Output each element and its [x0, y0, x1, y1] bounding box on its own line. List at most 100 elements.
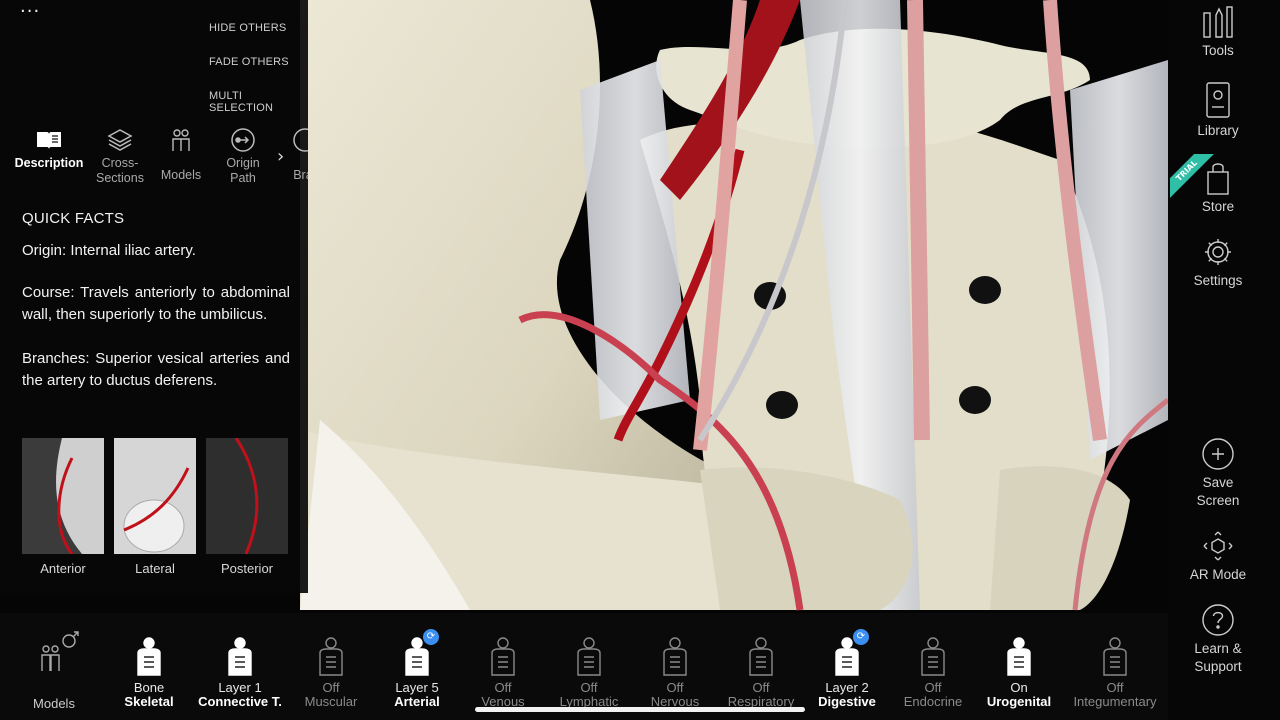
course-text: Course: Travels anteriorly to abdominal … [22, 284, 290, 323]
panel-tabs: Description Cross- Sections Models Origi… [14, 124, 308, 194]
system-name: Integumentary [1073, 694, 1157, 709]
models-button[interactable]: Models [11, 627, 97, 711]
system-toggle-9[interactable]: Off Endocrine [890, 627, 976, 709]
system-state: Off [322, 680, 340, 695]
tab-label: Description [14, 156, 84, 170]
system-toggle-6[interactable]: Off Nervous [632, 627, 718, 709]
fade-others-button[interactable]: FADE OTHERS [209, 56, 289, 68]
thumbnail-anterior[interactable] [22, 438, 104, 554]
right-toolbar: Tools Library TRIAL Store Settings Save … [1168, 0, 1280, 720]
hide-others-button[interactable]: HIDE OTHERS [209, 22, 286, 34]
store-label: Store [1201, 199, 1235, 214]
help-icon [1168, 600, 1268, 640]
tab-origin-path[interactable]: Origin Path [208, 124, 278, 186]
systems-bar: Models Bone Skeletal Layer 1 Connective T. O… [0, 613, 1168, 720]
lymph-icon [546, 627, 632, 681]
branch-icon [270, 124, 308, 156]
thumbnail-label-posterior: Posterior [220, 561, 274, 576]
tab-label: Brar [293, 168, 308, 182]
quick-facts-heading: QUICK FACTS [22, 210, 125, 227]
endocrine-icon [890, 627, 976, 681]
system-toggle-10[interactable]: On Urogenital [976, 627, 1062, 709]
thumbnail-lateral[interactable] [114, 438, 196, 554]
system-state: Layer 1 [218, 680, 262, 695]
system-state: Bone [133, 680, 165, 695]
system-state: Layer 5 [395, 680, 439, 695]
learn-support-button[interactable]: Learn & Support [1168, 600, 1268, 676]
info-panel: ... HIDE OTHERS FADE OTHERS MULTI SELECT… [0, 0, 308, 593]
library-button[interactable]: Library [1168, 78, 1268, 140]
system-toggle-4[interactable]: Off Venous [460, 627, 546, 709]
settings-button[interactable]: Settings [1168, 232, 1268, 290]
system-state: Off [924, 680, 942, 695]
gear-icon [1168, 232, 1268, 272]
system-toggle-0[interactable]: Bone Skeletal [106, 627, 192, 709]
save-screen-button[interactable]: Save Screen [1168, 434, 1268, 510]
digestive-icon: ⟳ [804, 627, 890, 681]
library-label: Library [1197, 123, 1239, 138]
book-icon [14, 124, 84, 156]
skeleton-icon [106, 627, 192, 681]
thumbnail-label-anterior: Anterior [40, 561, 86, 576]
tab-label: Cross- Sections [96, 156, 144, 185]
chevron-right-icon[interactable]: › [277, 146, 284, 167]
tab-branches[interactable]: Brar [270, 124, 308, 183]
tools-button[interactable]: Tools [1168, 2, 1268, 60]
system-name: Muscular [304, 694, 358, 709]
learn-support-label: Learn & Support [1194, 641, 1242, 674]
branches-text: Branches: Superior vesical arteries and … [22, 350, 290, 389]
system-toggle-5[interactable]: Off Lymphatic [546, 627, 632, 709]
system-state: Layer 2 [825, 680, 869, 695]
save-screen-label: Save Screen [1196, 475, 1240, 508]
system-state: Off [494, 680, 512, 695]
system-name: Endocrine [903, 694, 963, 709]
tab-cross-sections[interactable]: Cross- Sections [85, 124, 155, 186]
system-toggle-1[interactable]: Layer 1 Connective T. [197, 627, 283, 709]
layers-icon [85, 124, 155, 156]
tab-label: Models [160, 168, 202, 182]
plus-icon [1168, 434, 1268, 474]
tab-description[interactable]: Description [14, 124, 84, 171]
skin-icon [1072, 627, 1158, 681]
home-indicator [475, 707, 805, 712]
system-name: Connective T. [198, 694, 282, 709]
thumbnail-posterior[interactable] [206, 438, 288, 554]
system-state: Off [666, 680, 684, 695]
tab-models[interactable]: Models [146, 124, 216, 183]
store-button[interactable]: Store [1168, 158, 1268, 216]
models-icon [11, 627, 97, 681]
ar-mode-button[interactable]: AR Mode [1168, 526, 1268, 584]
system-toggle-2[interactable]: Off Muscular [288, 627, 374, 709]
system-toggle-7[interactable]: Off Respiratory [718, 627, 804, 709]
nerve-icon [632, 627, 718, 681]
origin-text: Origin: Internal iliac artery. [22, 242, 196, 259]
tab-label: Origin Path [226, 156, 260, 185]
library-icon [1168, 78, 1268, 122]
refresh-badge-icon: ⟳ [423, 629, 439, 645]
system-name: Urogenital [986, 694, 1052, 709]
connective-tissue-icon [197, 627, 283, 681]
artery-icon: ⟳ [374, 627, 460, 681]
system-toggle-8[interactable]: ⟳ Layer 2 Digestive [804, 627, 890, 709]
settings-label: Settings [1193, 273, 1243, 288]
system-state: Off [580, 680, 598, 695]
refresh-badge-icon: ⟳ [853, 629, 869, 645]
system-name: Skeletal [124, 694, 174, 709]
thumbnail-label-lateral: Lateral [135, 561, 175, 576]
models-label: Models [33, 696, 75, 711]
system-state: On [1010, 680, 1028, 695]
multi-selection-button[interactable]: MULTI SELECTION [209, 90, 308, 114]
vein-icon [460, 627, 546, 681]
muscle-icon [288, 627, 374, 681]
quick-facts: QUICK FACTS Origin: Internal iliac arter… [22, 208, 290, 414]
more-icon[interactable]: ... [20, 0, 40, 17]
system-state: Off [1106, 680, 1124, 695]
system-toggle-11[interactable]: Off Integumentary [1072, 627, 1158, 709]
system-name: Arterial [394, 694, 440, 709]
ar-icon [1168, 526, 1268, 566]
system-toggle-3[interactable]: ⟳ Layer 5 Arterial [374, 627, 460, 709]
urogenital-icon [976, 627, 1062, 681]
people-icon [146, 124, 216, 156]
path-icon [208, 124, 278, 156]
store-icon [1168, 158, 1268, 198]
